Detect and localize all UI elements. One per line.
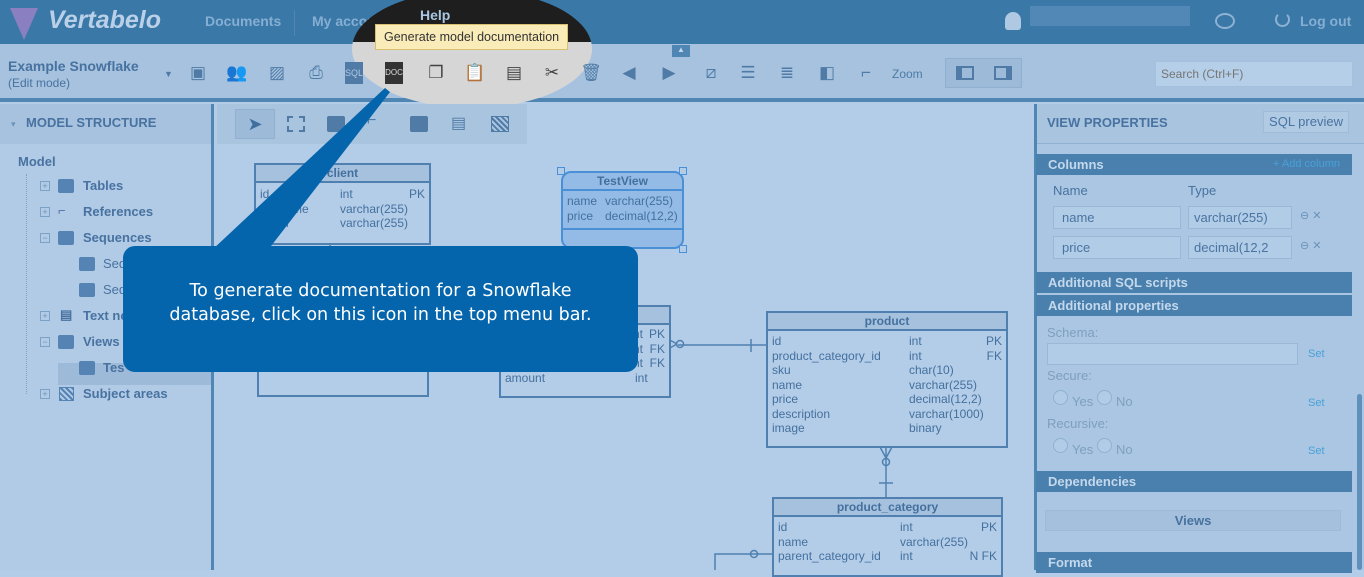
power-icon[interactable] [1275,12,1290,27]
table-row: price decimal(12,2) [772,392,982,406]
column-menu-icon[interactable]: ⊖ ✕ [1300,209,1322,222]
radio-label: Yes [1072,394,1094,409]
table-row: amount int [505,370,648,385]
sql-preview-button[interactable]: SQL preview [1263,111,1349,133]
recursive-label: Recursive: [1047,416,1109,431]
recursive-no-radio[interactable] [1097,438,1112,453]
search-input[interactable] [1155,61,1353,87]
radio-label: Yes [1072,442,1094,457]
column-name-input[interactable]: name [1053,206,1181,229]
recursive-yes-radio[interactable] [1053,438,1068,453]
schema-input[interactable] [1047,343,1298,365]
table-row: name varchar(255) [778,534,969,549]
col-header-type: Type [1188,183,1217,198]
section-additional-properties[interactable]: Additional properties [1036,295,1352,316]
radio-label: No [1116,394,1133,409]
views-dependency-header: Views [1045,510,1341,531]
table-product-category[interactable]: product_category id int PK name varchar(255)… [772,497,1003,577]
table-row: sku char(10) [772,363,954,377]
add-column-link[interactable]: + Add column [1273,154,1340,175]
radio-label: No [1116,442,1133,457]
table-row: id int PK [778,520,997,534]
properties-title: VIEW PROPERTIES [1047,115,1168,130]
nav-help[interactable]: Help [420,7,450,23]
table-row: image binary [772,421,942,435]
secure-yes-radio[interactable] [1053,390,1068,405]
secure-label: Secure: [1047,368,1092,383]
column-type-input[interactable]: decimal(12,2 [1188,236,1292,259]
schema-label: Schema: [1047,325,1099,340]
table-product[interactable]: product id int PK product_category_id int FK s… [766,311,1008,448]
secure-set-link[interactable]: Set [1308,397,1325,409]
table-row: parent_category_id int N FK [778,549,997,563]
callout-line-2: database, click on this icon in the top … [169,305,592,325]
column-name-input[interactable]: price [1053,236,1181,259]
table-title: product_category [774,499,1001,517]
table-title: product [768,313,1006,331]
secure-no-radio[interactable] [1097,390,1112,405]
section-columns[interactable]: Columns + Add column [1036,154,1352,175]
table-row: name varchar(255) [772,377,978,392]
scrollbar[interactable] [1357,394,1362,570]
callout-line-1: To generate documentation for a Snowflak… [189,281,572,301]
table-row: product_category_id int FK [772,348,1002,363]
column-menu-icon[interactable]: ⊖ ✕ [1300,239,1322,252]
table-row: description varchar(1000) [772,406,984,421]
callout: To generate documentation for a Snowflak… [123,246,638,372]
chat-icon[interactable] [1215,13,1235,29]
schema-set-link[interactable]: Set [1308,348,1325,360]
table-row: id int PK [772,334,1002,348]
recursive-set-link[interactable]: Set [1308,445,1325,457]
logout-link[interactable]: Log out [1300,13,1351,29]
tooltip: Generate model documentation [375,24,569,50]
username-blurred [1030,6,1190,26]
section-dependencies[interactable]: Dependencies [1036,471,1352,492]
column-type-input[interactable]: varchar(255) [1188,206,1292,229]
col-header-name: Name [1053,183,1088,198]
section-additional-sql[interactable]: Additional SQL scripts [1036,272,1352,293]
